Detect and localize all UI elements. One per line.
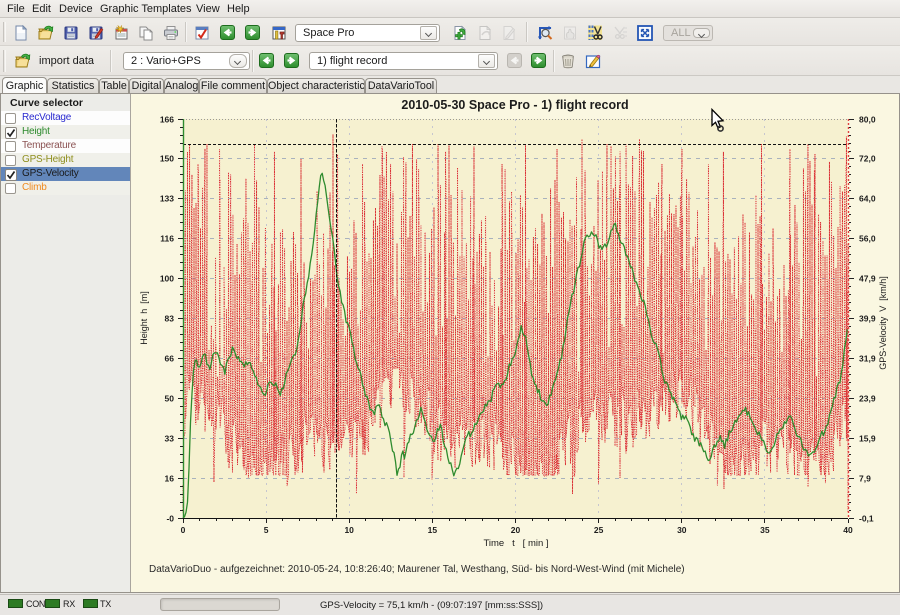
- svg-text:16: 16: [165, 474, 175, 484]
- svg-text:Time t [ min ]: Time t [ min ]: [483, 538, 548, 549]
- svg-text:150: 150: [160, 154, 174, 164]
- svg-text:80,0: 80,0: [859, 115, 876, 125]
- svg-text:23,9: 23,9: [859, 394, 876, 404]
- svg-text:30: 30: [677, 525, 687, 535]
- svg-text:64,0: 64,0: [859, 194, 876, 204]
- svg-text:DataVarioDuo - aufgezeichnet:: DataVarioDuo - aufgezeichnet: 2010-05-24…: [149, 564, 685, 575]
- svg-text:Height h [m]: Height h [m]: [139, 291, 149, 345]
- svg-text:40: 40: [843, 525, 853, 535]
- svg-text:0: 0: [181, 525, 186, 535]
- svg-text:10: 10: [344, 525, 354, 535]
- svg-text:39,9: 39,9: [859, 314, 876, 324]
- svg-text:133: 133: [160, 194, 174, 204]
- svg-text:15: 15: [428, 525, 438, 535]
- svg-text:50: 50: [165, 394, 175, 404]
- svg-text:100: 100: [160, 274, 174, 284]
- svg-text:33: 33: [165, 434, 175, 444]
- svg-text:72,0: 72,0: [859, 154, 876, 164]
- svg-text:25: 25: [594, 525, 604, 535]
- svg-text:-0: -0: [166, 514, 174, 524]
- svg-text:116: 116: [160, 234, 174, 244]
- svg-text:5: 5: [264, 525, 269, 535]
- svg-text:66: 66: [165, 354, 175, 364]
- svg-text:2010-05-30 Space Pro - 1) flig: 2010-05-30 Space Pro - 1) flight record: [401, 98, 628, 112]
- svg-text:83: 83: [165, 314, 175, 324]
- svg-text:47,9: 47,9: [859, 274, 876, 284]
- svg-text:56,0: 56,0: [859, 234, 876, 244]
- svg-text:31,9: 31,9: [859, 354, 876, 364]
- svg-text:7,9: 7,9: [859, 474, 871, 484]
- svg-text:-0,1: -0,1: [859, 514, 874, 524]
- svg-text:15,9: 15,9: [859, 434, 876, 444]
- svg-text:20: 20: [511, 525, 521, 535]
- svg-text:GPS-Velocity V [km/h]: GPS-Velocity V [km/h]: [878, 276, 888, 370]
- svg-text:166: 166: [160, 115, 174, 125]
- svg-text:35: 35: [760, 525, 770, 535]
